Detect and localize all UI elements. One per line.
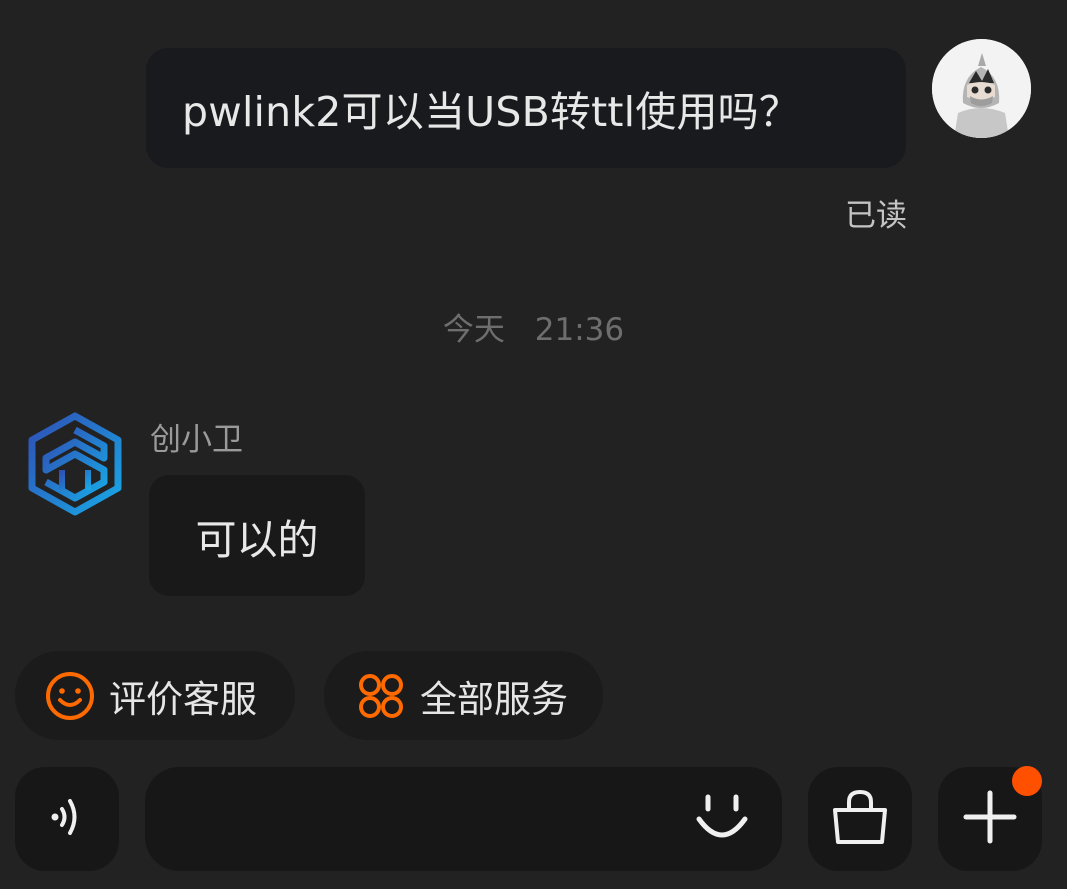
shopping-bag-icon [827,784,893,854]
rate-service-label: 评价客服 [109,677,257,721]
outgoing-message-bubble[interactable]: pwlink2可以当USB转ttl使用吗？ [146,48,906,168]
voice-input-button[interactable] [15,767,119,871]
timestamp-time: 21:36 [534,312,625,348]
all-services-label: 全部服务 [420,677,568,721]
outgoing-message-text: pwlink2可以当USB转ttl使用吗？ [182,88,801,136]
smiley-face-icon [43,669,97,723]
read-status: 已读 [845,198,907,234]
incoming-message-text: 可以的 [195,515,319,564]
message-timestamp: 今天 21:36 [0,304,1067,349]
emoji-button[interactable] [684,782,760,858]
incoming-message-bubble[interactable]: 可以的 [149,475,365,596]
all-services-button[interactable]: 全部服务 [324,651,603,740]
timestamp-day: 今天 [442,312,505,348]
bot-avatar-logo-icon[interactable] [28,412,122,516]
four-circles-grid-icon [354,669,408,723]
user-avatar[interactable] [932,39,1031,138]
rate-service-button[interactable]: 评价客服 [15,651,295,740]
shopping-bag-button[interactable] [808,767,912,871]
plus-icon [960,787,1020,851]
chat-screen: pwlink2可以当USB转ttl使用吗？ 已读 今天 21:36 创小卫 可以… [0,0,1067,889]
bot-name: 创小卫 [150,422,243,458]
voice-waves-icon [37,787,97,851]
notification-badge [1012,766,1042,796]
emoji-face-icon [689,785,755,855]
